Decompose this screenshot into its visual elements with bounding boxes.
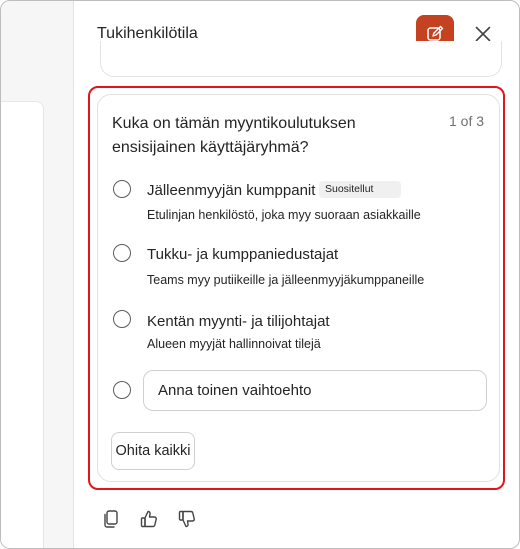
question-text: Kuka on tämän myyntikoulutuksen ensisija… [112,115,356,156]
close-icon [475,26,491,42]
option-3-radio[interactable] [113,310,131,328]
previous-message-card [100,41,502,77]
option-1-title[interactable]: Jälleenmyyjän kumppanit [147,182,315,199]
skip-all-button[interactable]: Ohita kaikki [111,432,195,470]
option-2-title[interactable]: Tukku- ja kumppaniedustajat [147,246,338,263]
option-2-description: Teams myy putiikeille ja jälleenmyyjäkum… [147,273,425,287]
recommended-badge: Suositellut [319,181,402,198]
option-3-description: Alueen myyjät hallinnoivat tilejä [147,337,321,351]
option-1-radio[interactable] [113,180,131,198]
other-option-radio[interactable] [113,381,131,399]
option-1-description: Etulinjan henkilöstö, joka myy suoraan a… [147,208,421,222]
thumbs-up-button[interactable] [138,508,160,530]
thumbs-down-button[interactable] [176,508,198,530]
other-option-input[interactable]: Anna toinen vaihtoehto [143,370,487,411]
copy-button[interactable] [100,508,122,530]
thumbs-down-icon [178,510,195,528]
option-2-radio[interactable] [113,244,131,262]
copy-icon [104,510,118,528]
app-window: Tukihenkilötila Kuka on tämän myyntikoul… [0,0,520,549]
option-3-title[interactable]: Kentän myynti- ja tilijohtajat [147,313,330,330]
thumbs-up-icon [140,510,157,528]
left-pane [1,1,74,548]
left-content-card [1,101,44,548]
question-counter: 1 of 3 [449,113,485,129]
edit-icon [427,25,444,41]
